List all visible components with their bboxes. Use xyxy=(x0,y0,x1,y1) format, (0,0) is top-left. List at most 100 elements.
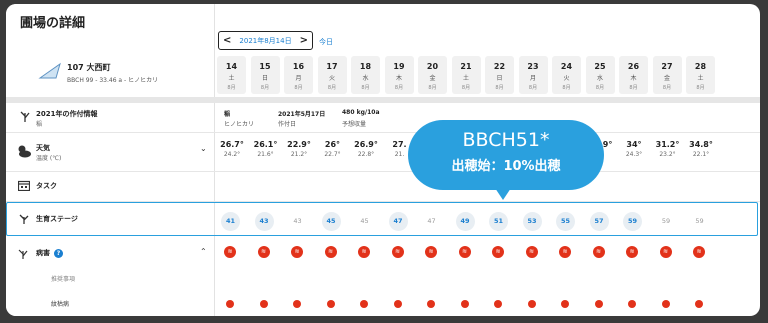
field-shape-icon xyxy=(38,62,61,79)
day-column-header[interactable]: 24 火 8月 xyxy=(552,56,581,94)
disease-risk-icon[interactable]: ≋ xyxy=(291,246,303,258)
chevron-up-icon[interactable]: ⌃ xyxy=(200,247,207,256)
weather-temp-cell: 26.9° 22.8° xyxy=(348,140,384,158)
day-number: 16 xyxy=(292,62,305,71)
bbch-stage-badge[interactable]: 59 xyxy=(623,212,642,231)
callout-stage: BBCH51* xyxy=(462,129,550,151)
bbch-stage-badge[interactable]: 59 xyxy=(657,212,676,231)
day-column-header[interactable]: 25 水 8月 xyxy=(585,56,615,94)
day-column-header[interactable]: 14 土 8月 xyxy=(217,56,246,94)
temp-high: 34.8° xyxy=(689,140,713,149)
date-picker[interactable]: < 2021年8月14日 > xyxy=(218,31,313,50)
day-month: 8月 xyxy=(461,85,471,91)
crop-info-label: 2021年の作付情報 xyxy=(36,110,98,118)
day-column-header[interactable]: 17 火 8月 xyxy=(317,56,347,94)
disease-risk-icon[interactable]: ≋ xyxy=(358,246,370,258)
day-weekday: 木 xyxy=(395,75,402,82)
disease-risk-icon[interactable]: ≋ xyxy=(659,246,672,258)
disease-risk-icon[interactable]: ≋ xyxy=(559,246,571,258)
disease-risk-icon[interactable]: ≋ xyxy=(525,246,538,258)
sheath-blight-risk-dot[interactable] xyxy=(661,300,670,308)
bbch-stage-badge[interactable]: 47 xyxy=(388,212,408,231)
help-icon[interactable]: ? xyxy=(54,248,63,258)
day-column-header[interactable]: 16 月 8月 xyxy=(284,56,313,94)
next-date-button[interactable]: > xyxy=(300,35,308,46)
disease-risk-icon[interactable]: ≋ xyxy=(693,246,705,258)
disease-risk-icon[interactable]: ≋ xyxy=(224,246,236,258)
disease-risk-icon[interactable]: ≋ xyxy=(324,246,337,258)
sheath-blight-risk-dot[interactable] xyxy=(393,300,402,308)
disease-risk-icon[interactable]: ≋ xyxy=(257,246,270,258)
day-column-header[interactable]: 23 月 8月 xyxy=(518,56,548,94)
bbch-stage-badge[interactable]: 49 xyxy=(455,212,475,231)
day-column-header[interactable]: 19 木 8月 xyxy=(384,56,414,94)
temp-low: 22.7° xyxy=(324,151,341,158)
day-column-header[interactable]: 18 水 8月 xyxy=(351,56,380,94)
temp-low: 22.8° xyxy=(357,151,375,158)
bbch-stage-badge[interactable]: 45 xyxy=(321,212,341,231)
disease-risk-icon[interactable]: ≋ xyxy=(592,246,605,258)
day-number: 17 xyxy=(326,62,338,71)
disease-risk-icon[interactable]: ≋ xyxy=(626,246,638,258)
sheath-blight-risk-dot[interactable] xyxy=(427,300,435,308)
day-weekday: 月 xyxy=(529,75,536,82)
field-detail-panel: 圃場の詳細 < 2021年8月14日 > 今日 107 大西町 BBCH 99 … xyxy=(6,4,760,316)
weather-label: 天気 xyxy=(36,144,50,152)
day-column-header[interactable]: 22 日 8月 xyxy=(485,56,514,94)
sheath-blight-risk-dot[interactable] xyxy=(594,300,603,308)
bbch-stage-badge[interactable]: 41 xyxy=(221,212,240,231)
sheath-blight-risk-dot[interactable] xyxy=(561,300,569,308)
disease-risk-icon[interactable]: ≋ xyxy=(492,246,504,258)
temp-high: 26.7° xyxy=(220,140,244,149)
weather-sub: 温度 (℃) xyxy=(36,155,62,162)
bbch-stage-badge[interactable]: 53 xyxy=(522,212,542,231)
bbch-stage-badge[interactable]: 47 xyxy=(422,212,441,231)
crop-icon xyxy=(20,111,30,122)
prev-date-button[interactable]: < xyxy=(223,35,231,46)
day-month: 8月 xyxy=(495,85,504,91)
day-column-header[interactable]: 28 土 8月 xyxy=(686,56,715,94)
bbch-stage-badge[interactable]: 43 xyxy=(288,212,307,231)
task-row[interactable]: タスク xyxy=(6,171,760,202)
bbch-stage-badge[interactable]: 45 xyxy=(355,212,374,231)
yield-value: 480 kg/10a xyxy=(342,109,380,116)
sheath-blight-risk-dot[interactable] xyxy=(360,300,368,308)
day-number: 25 xyxy=(594,62,606,71)
temp-high: 26.9° xyxy=(354,140,378,149)
day-column-header[interactable]: 26 木 8月 xyxy=(619,56,648,94)
sheath-blight-risk-dot[interactable] xyxy=(527,300,536,308)
bbch-stage-badge[interactable]: 51 xyxy=(489,212,508,231)
weather-temp-cell: 26.7° 24.2° xyxy=(214,140,250,158)
temp-high: 26° xyxy=(324,140,341,149)
weather-temp-cell: 22.9° 21.2° xyxy=(281,140,317,158)
day-column-header[interactable]: 21 土 8月 xyxy=(451,56,481,94)
sheath-blight-risk-dot[interactable] xyxy=(226,300,234,308)
sheath-blight-risk-dot[interactable] xyxy=(259,300,268,308)
temp-low: 23.2° xyxy=(659,151,676,158)
sheath-blight-risk-dot[interactable] xyxy=(293,300,301,308)
sheath-blight-risk-dot[interactable] xyxy=(460,300,469,308)
bbch-stage-badge[interactable]: 57 xyxy=(589,212,609,231)
day-number: 19 xyxy=(393,62,405,71)
growth-stage-icon xyxy=(19,214,29,224)
day-weekday: 土 xyxy=(462,75,469,82)
bbch-stage-badge[interactable]: 43 xyxy=(254,212,274,231)
chevron-down-icon[interactable]: ⌄ xyxy=(200,144,207,153)
disease-risk-icon[interactable]: ≋ xyxy=(458,246,471,258)
day-column-header[interactable]: 27 金 8月 xyxy=(652,56,682,94)
sheath-blight-risk-dot[interactable] xyxy=(628,300,636,308)
day-weekday: 木 xyxy=(630,75,637,82)
day-column-header[interactable]: 15 日 8月 xyxy=(250,56,280,94)
disease-risk-icon[interactable]: ≋ xyxy=(391,246,404,258)
weather-row[interactable]: 天気 温度 (℃) ⌄ 26.7° 24.2° 26.1° 21.6° 22.9° 21.… xyxy=(6,132,760,172)
bbch-stage-badge[interactable]: 59 xyxy=(690,212,709,231)
disease-risk-icon[interactable]: ≋ xyxy=(425,246,437,258)
sheath-blight-risk-dot[interactable] xyxy=(695,300,703,308)
sheath-blight-risk-dot[interactable] xyxy=(494,300,502,308)
temp-low: 21.2° xyxy=(290,151,308,158)
day-weekday: 土 xyxy=(697,75,704,82)
bbch-stage-badge[interactable]: 55 xyxy=(556,212,575,231)
sheath-blight-risk-dot[interactable] xyxy=(326,300,335,308)
today-link[interactable]: 今日 xyxy=(319,37,333,47)
day-column-header[interactable]: 20 金 8月 xyxy=(418,56,447,94)
